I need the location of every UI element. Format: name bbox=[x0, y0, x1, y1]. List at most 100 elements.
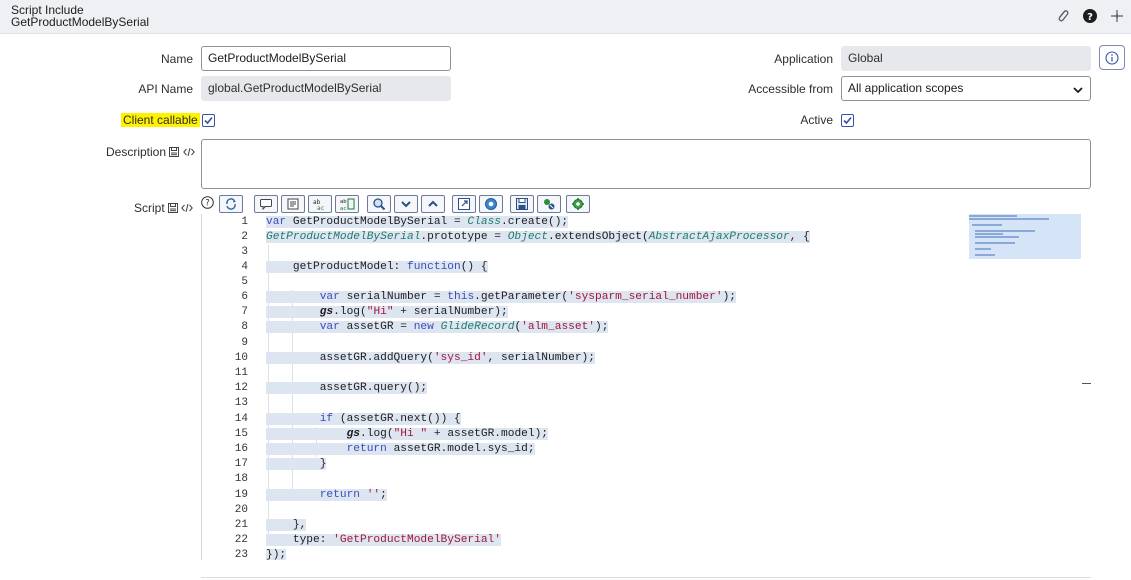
code-token: GlideRecord bbox=[440, 321, 515, 333]
save-icon bbox=[516, 198, 528, 210]
code-token: "Hi" bbox=[366, 306, 394, 318]
search-button[interactable] bbox=[367, 195, 391, 213]
info-button[interactable] bbox=[1099, 45, 1125, 70]
code-token: assetGR.query(); bbox=[266, 382, 428, 394]
code-token: "Hi " bbox=[393, 428, 428, 440]
code-token: , { bbox=[789, 231, 810, 243]
minimap-line bbox=[972, 224, 1002, 226]
code-token: .log( bbox=[360, 428, 394, 440]
code-token: gs bbox=[346, 428, 361, 440]
save-icon[interactable] bbox=[168, 202, 179, 216]
code-icon[interactable] bbox=[181, 202, 194, 216]
line-number: 6 bbox=[241, 291, 248, 303]
code-token: , serialNumber); bbox=[487, 352, 595, 364]
code-line: assetGR.query(); bbox=[266, 381, 428, 396]
line-number: 2 bbox=[241, 231, 248, 243]
save-button[interactable] bbox=[510, 195, 534, 213]
line-number: 12 bbox=[234, 382, 248, 394]
accessible-from-select[interactable]: All application scopes bbox=[841, 76, 1091, 101]
code-minimap[interactable] bbox=[969, 214, 1081, 259]
find-next-button[interactable] bbox=[394, 195, 418, 213]
line-number: 14 bbox=[234, 413, 248, 425]
editor-bottom-border bbox=[201, 577, 1091, 578]
application-field: Global bbox=[841, 46, 1091, 71]
description-field[interactable] bbox=[201, 139, 1091, 189]
code-token: }); bbox=[266, 549, 287, 560]
script-settings-icon bbox=[572, 198, 584, 210]
code-token: assetGR = bbox=[346, 321, 414, 333]
comment-button[interactable] bbox=[254, 195, 278, 213]
replace-button[interactable]: ab ac bbox=[308, 195, 332, 213]
code-token: assetGR.model.sys_id; bbox=[393, 443, 535, 455]
line-number: 7 bbox=[241, 306, 248, 318]
line-number: 16 bbox=[234, 443, 248, 455]
more-icon[interactable] bbox=[1108, 7, 1126, 25]
code-line: GetProductModelBySerial.prototype = Obje… bbox=[266, 230, 810, 245]
code-token: + assetGR.model); bbox=[427, 428, 549, 440]
script-test-button[interactable] bbox=[537, 195, 561, 213]
script-label-text: Script bbox=[134, 201, 165, 215]
active-checkbox[interactable] bbox=[841, 114, 854, 127]
minimap-line bbox=[975, 248, 991, 250]
save-icon[interactable] bbox=[169, 146, 180, 160]
line-number: 13 bbox=[234, 397, 248, 409]
paperclip-icon[interactable] bbox=[1054, 7, 1072, 25]
line-number: 19 bbox=[234, 489, 248, 501]
code-token: (assetGR.next()) { bbox=[339, 413, 461, 425]
chevron-up-icon bbox=[428, 200, 438, 207]
code-line: gs.log("Hi" + serialNumber); bbox=[266, 305, 508, 320]
script-settings-button[interactable] bbox=[566, 195, 590, 213]
description-label: Description bbox=[106, 145, 195, 160]
replace-all-icon: abac bbox=[340, 198, 355, 211]
code-line: var GetProductModelBySerial = Class.crea… bbox=[266, 215, 569, 230]
code-token: this bbox=[447, 291, 475, 303]
fullscreen-button[interactable] bbox=[452, 195, 476, 213]
replace-all-button[interactable]: ab ac bbox=[335, 195, 359, 213]
code-token: 'sys_id' bbox=[433, 352, 488, 364]
line-number: 9 bbox=[241, 337, 248, 349]
minimap-line bbox=[969, 215, 1017, 217]
code-token: .log( bbox=[333, 306, 367, 318]
comment-icon bbox=[260, 199, 272, 210]
accessible-from-label: Accessible from bbox=[748, 82, 833, 96]
minimap-line bbox=[975, 230, 1035, 232]
form-header: Script Include GetProductModelBySerial ? bbox=[0, 0, 1131, 34]
code-token: Class bbox=[467, 216, 501, 228]
code-line: }); bbox=[266, 548, 287, 560]
svg-text:?: ? bbox=[1087, 12, 1093, 23]
format-button[interactable] bbox=[281, 195, 305, 213]
help-icon[interactable]: ? bbox=[1081, 7, 1099, 25]
code-token: '' bbox=[366, 489, 381, 501]
code-line: } bbox=[266, 457, 327, 472]
find-previous-button[interactable] bbox=[421, 195, 445, 213]
help-icon[interactable]: ? bbox=[201, 196, 215, 210]
script-editor[interactable]: 1 2 3 4 5 6 7 8 9 10 11 12 13 14 15 16 1… bbox=[201, 214, 1091, 560]
code-token: return bbox=[319, 489, 367, 501]
name-field[interactable]: GetProductModelBySerial bbox=[201, 46, 451, 71]
line-number: 21 bbox=[234, 519, 248, 531]
code-token: getProductModel: bbox=[266, 261, 407, 273]
minimap-line bbox=[975, 236, 1019, 238]
script-debugger-button[interactable] bbox=[479, 195, 503, 213]
code-line: return ''; bbox=[266, 488, 387, 503]
client-callable-checkbox[interactable] bbox=[202, 114, 215, 127]
code-line: getProductModel: function() { bbox=[266, 260, 488, 275]
code-token: var bbox=[319, 291, 347, 303]
code-token: .getParameter( bbox=[474, 291, 569, 303]
toggle-syntax-button[interactable] bbox=[219, 195, 243, 213]
info-icon bbox=[1105, 50, 1119, 65]
code-icon[interactable] bbox=[182, 146, 195, 160]
replace-icon: abac bbox=[313, 199, 325, 211]
code-token: type: bbox=[266, 534, 334, 546]
description-label-text: Description bbox=[106, 145, 167, 159]
code-token: + serialNumber); bbox=[393, 306, 508, 318]
code-token: GetProductModelBySerial = bbox=[292, 216, 468, 228]
script-test-icon bbox=[544, 199, 555, 210]
code-line: return assetGR.model.sys_id; bbox=[266, 442, 535, 457]
checkmark-icon bbox=[843, 116, 852, 125]
